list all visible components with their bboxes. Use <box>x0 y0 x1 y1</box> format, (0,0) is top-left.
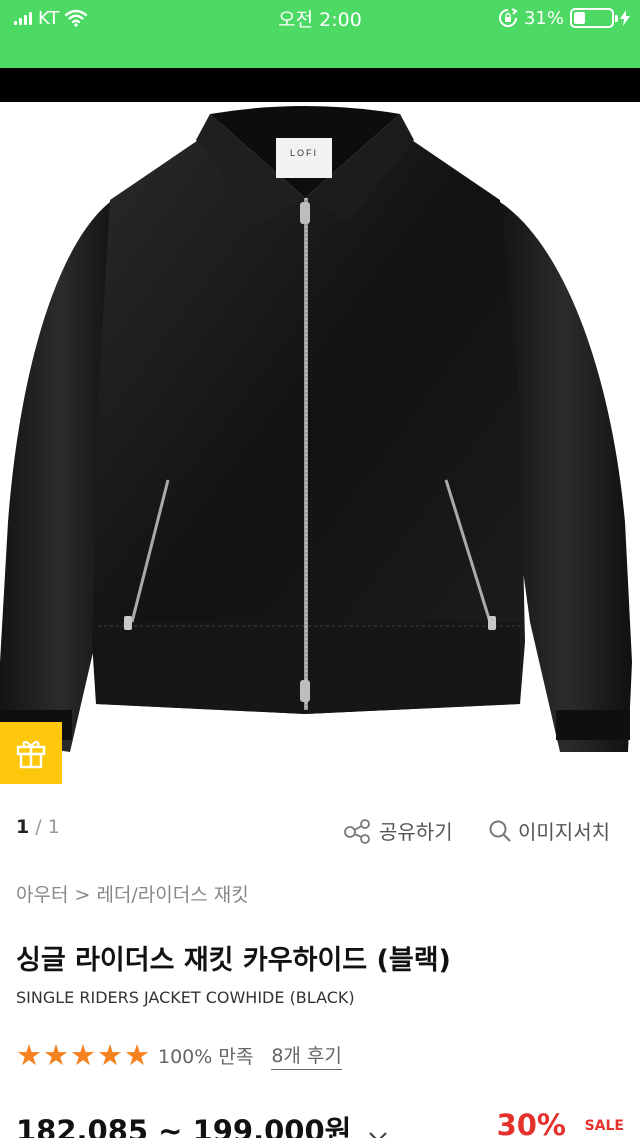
image-pager: 1 / 1 <box>16 816 60 838</box>
product-title-english: SINGLE RIDERS JACKET COWHIDE (BLACK) <box>16 988 355 1007</box>
rating-row: ★ ★ ★ ★ ★ 100% 만족 8개 후기 <box>16 1038 342 1072</box>
reviews-link[interactable]: 8개 후기 <box>271 1041 342 1070</box>
share-button[interactable]: 공유하기 <box>343 816 453 845</box>
price-range: 182,085 ~ 199,000원 <box>16 1114 352 1138</box>
pager-current: 1 <box>16 816 30 838</box>
breadcrumb[interactable]: 아우터 > 레더/라이더스 재킷 <box>16 880 249 907</box>
battery-percent: 31% <box>523 7 564 29</box>
jacket-label-text: LOFI <box>290 148 318 158</box>
search-icon <box>489 820 511 842</box>
sale-label: SALE <box>584 1118 624 1134</box>
status-bar: KT 오전 2:00 31% <box>0 0 640 68</box>
gift-button[interactable] <box>0 722 62 784</box>
price-row: 182,085 ~ 199,000원 30% SALE <box>16 1108 624 1138</box>
jacket-image: LOFI <box>0 106 632 752</box>
pager-separator: / <box>29 816 48 838</box>
rating-stars: ★ ★ ★ ★ ★ <box>16 1037 150 1072</box>
chevron-down-icon[interactable] <box>368 1130 388 1138</box>
charging-icon <box>620 10 630 26</box>
battery-icon <box>570 8 618 28</box>
star-icon: ★ <box>97 1037 123 1072</box>
rotation-lock-icon <box>499 8 518 27</box>
star-icon: ★ <box>16 1037 42 1072</box>
star-icon: ★ <box>124 1037 150 1072</box>
status-right: 31% <box>498 5 630 31</box>
image-search-button[interactable]: 이미지서치 <box>488 816 610 845</box>
gift-icon <box>16 741 46 769</box>
star-icon: ★ <box>43 1037 69 1072</box>
image-search-label: 이미지서치 <box>518 820 610 844</box>
top-black-bar <box>0 68 640 102</box>
product-image[interactable]: LOFI <box>0 102 640 792</box>
share-icon <box>344 818 370 844</box>
star-icon: ★ <box>70 1037 96 1072</box>
image-toolbar: 1 / 1 공유하기 이미지서치 <box>0 806 640 850</box>
discount-rate: 30% <box>496 1108 566 1138</box>
product-title: 싱글 라이더스 재킷 카우하이드 (블랙) <box>16 945 451 976</box>
pager-total: 1 <box>47 816 60 838</box>
battery-level <box>574 12 586 24</box>
satisfaction-text: 100% 만족 <box>158 1045 254 1068</box>
share-label: 공유하기 <box>379 820 453 844</box>
